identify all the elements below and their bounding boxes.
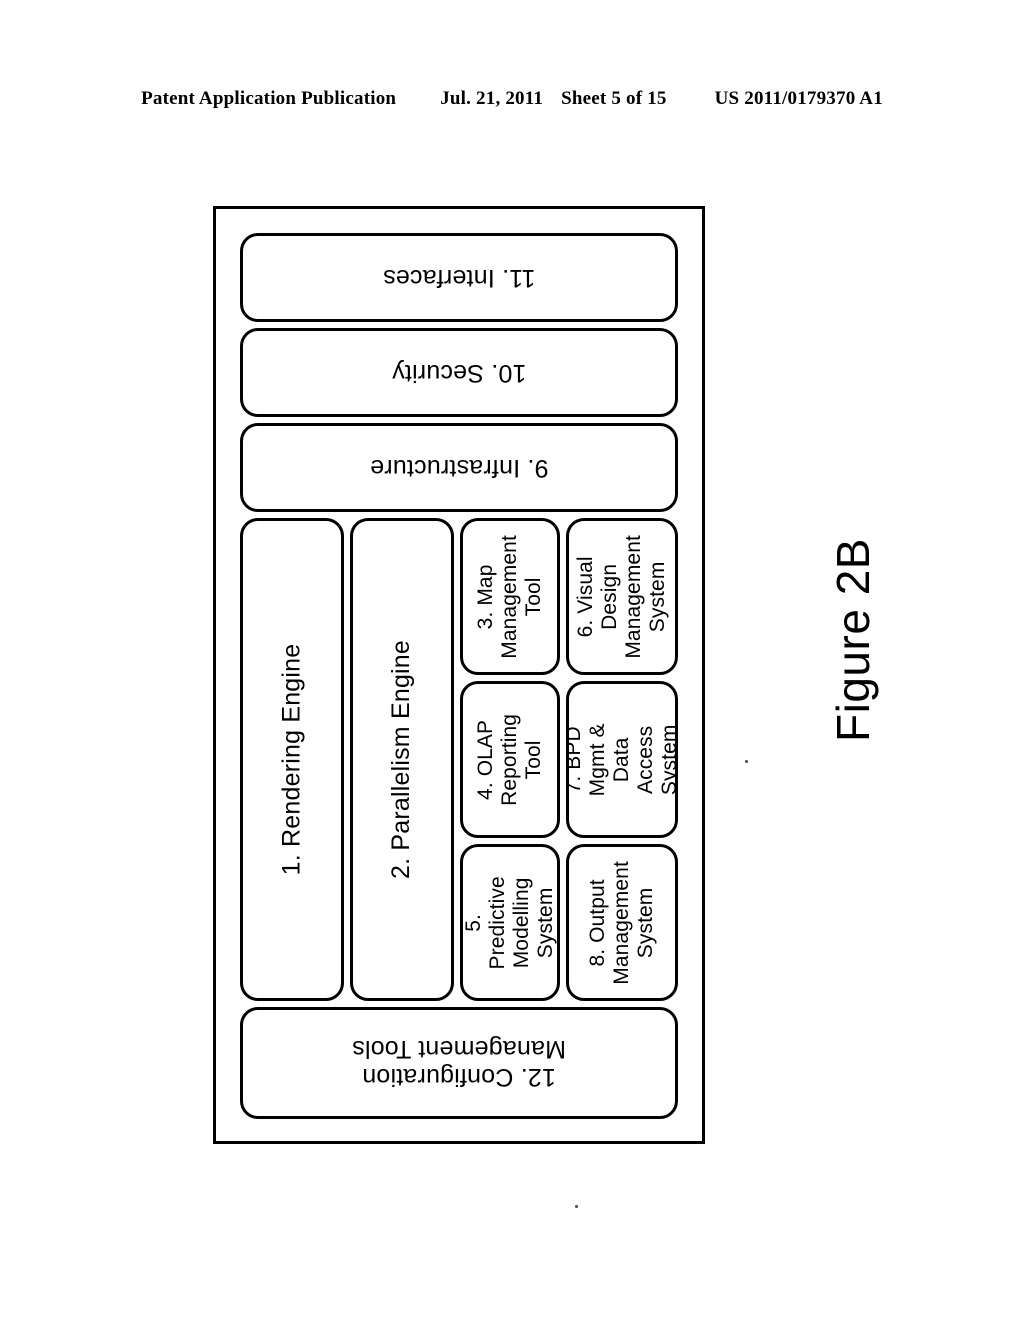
block-visual-design-management-system: 6. Visual Design Management System — [566, 518, 678, 675]
column-tools-a: 3. Map Management Tool 4. OLAP Reporting… — [460, 518, 560, 1001]
figure-caption: Figure 2B — [703, 470, 1003, 810]
figure-caption-label: Figure 2B — [827, 538, 879, 742]
header-publication-label: Patent Application Publication — [141, 88, 397, 109]
block-output-management-system-label: 8. Output Management System — [586, 860, 657, 985]
figure-block-stack: 11. Interfaces 10. Security 9. Infrastru… — [240, 233, 678, 1119]
block-rendering-engine: 1. Rendering Engine — [240, 518, 344, 1001]
patent-header: Patent Application Publication Jul. 21, … — [0, 88, 1024, 110]
block-security-label: 10. Security — [391, 358, 527, 387]
figure-outer-frame: 11. Interfaces 10. Security 9. Infrastru… — [213, 206, 705, 1144]
block-bpd-mgmt-data-access-system: 7. BPD Mgmt & Data Access System — [566, 681, 678, 838]
block-infrastructure: 9. Infrastructure — [240, 423, 678, 512]
block-configuration-management-tools: 12. Configuration Management Tools — [240, 1007, 678, 1119]
block-predictive-modelling-system-label: 5. Predictive Modelling System — [462, 875, 557, 970]
scan-speck — [745, 760, 748, 763]
header-sheet-label: Sheet 5 of 15 — [561, 88, 667, 109]
block-configuration-management-tools-label: 12. Configuration Management Tools — [352, 1035, 566, 1091]
block-olap-reporting-tool: 4. OLAP Reporting Tool — [460, 681, 560, 838]
block-visual-design-management-system-label: 6. Visual Design Management System — [574, 534, 669, 659]
block-rendering-engine-label: 1. Rendering Engine — [277, 643, 306, 876]
scan-speck — [575, 1205, 578, 1208]
block-infrastructure-label: 9. Infrastructure — [369, 453, 549, 482]
block-olap-reporting-tool-label: 4. OLAP Reporting Tool — [474, 713, 545, 806]
header-patent-number: US 2011/0179370 A1 — [714, 88, 883, 109]
block-interfaces-label: 11. Interfaces — [382, 263, 536, 292]
block-parallelism-engine-label: 2. Parallelism Engine — [387, 639, 416, 880]
block-output-management-system: 8. Output Management System — [566, 844, 678, 1001]
column-tools-b: 6. Visual Design Management System 7. BP… — [566, 518, 678, 1001]
figure-middle-band: 1. Rendering Engine 2. Parallelism Engin… — [240, 518, 678, 1001]
block-interfaces: 11. Interfaces — [240, 233, 678, 322]
block-security: 10. Security — [240, 328, 678, 417]
column-parallelism-engine: 2. Parallelism Engine — [350, 518, 454, 1001]
block-map-management-tool: 3. Map Management Tool — [460, 518, 560, 675]
header-date-label: Jul. 21, 2011 — [440, 88, 544, 109]
column-rendering-engine: 1. Rendering Engine — [240, 518, 344, 1001]
block-bpd-mgmt-data-access-system-label: 7. BPD Mgmt & Data Access System — [566, 723, 678, 796]
block-predictive-modelling-system: 5. Predictive Modelling System — [460, 844, 560, 1001]
block-parallelism-engine: 2. Parallelism Engine — [350, 518, 454, 1001]
block-map-management-tool-label: 3. Map Management Tool — [474, 534, 545, 659]
